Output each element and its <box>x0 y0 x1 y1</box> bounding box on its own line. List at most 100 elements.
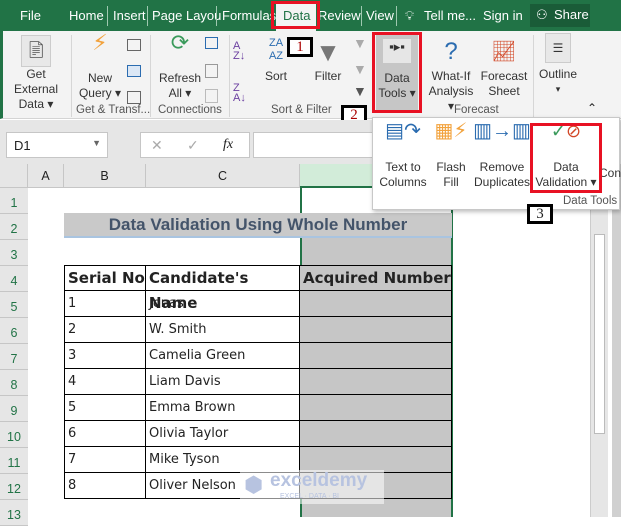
formula-buttons: ✕ ✓ fx <box>140 132 250 158</box>
row-header-5[interactable]: 5 <box>0 292 28 318</box>
forecast-chart-icon: 📈︎ <box>491 41 517 63</box>
candidate-name-cell[interactable]: Camelia Green <box>146 343 300 369</box>
insert-function-icon[interactable]: fx <box>223 137 233 153</box>
collapse-ribbon-icon[interactable]: ⌃ <box>587 101 597 115</box>
tab-page-layout[interactable]: Page Layou <box>152 7 221 25</box>
sort-z-a-icon[interactable]: Z A↓ <box>233 83 246 104</box>
ribbon: 📄︎ Get External Data ▾ ⚡︎ New Query ▾ Get … <box>0 30 621 125</box>
highlight-data-tools <box>372 32 422 113</box>
chevron-down-icon: ▼ <box>92 138 101 148</box>
candidate-name-cell[interactable]: Jonas <box>146 291 300 317</box>
consolidate-button[interactable]: Cons <box>599 166 621 181</box>
text-to-columns-icon: ▤↷ <box>385 120 421 142</box>
row-header-3[interactable]: 3 <box>0 240 28 266</box>
enter-icon[interactable]: ✓ <box>187 137 199 154</box>
acquired-number-cell[interactable] <box>300 369 452 395</box>
row-header-12[interactable]: 12 <box>0 474 28 500</box>
row-header-4[interactable]: 4 <box>0 266 28 292</box>
tab-view[interactable]: View <box>366 7 394 25</box>
recent-sources-icon[interactable] <box>127 91 141 104</box>
text-to-columns-button[interactable]: ▤↷ Text to Columns <box>377 120 429 190</box>
from-table-icon[interactable] <box>127 65 141 77</box>
acquired-number-cell[interactable] <box>300 395 452 421</box>
tab-review[interactable]: Review <box>318 7 361 25</box>
serial-no-cell[interactable]: 1 <box>64 291 146 317</box>
clear-filter-icon[interactable]: ▼ <box>353 35 367 51</box>
select-all-corner[interactable] <box>0 164 28 188</box>
refresh-icon: ⟳ <box>170 30 190 55</box>
name-box[interactable]: D1 ▼ <box>6 132 108 158</box>
new-query-button[interactable]: ⚡︎ New Query ▾ <box>75 30 125 101</box>
column-header-a[interactable]: A <box>28 164 64 188</box>
query-icon: ⚡︎ <box>92 30 108 55</box>
candidate-name-cell[interactable]: Emma Brown <box>146 395 300 421</box>
get-external-data-button[interactable]: 📄︎ Get External Data ▾ <box>3 35 69 112</box>
row-header-6[interactable]: 6 <box>0 318 28 344</box>
filter-button[interactable]: ▼ Filter <box>308 37 348 84</box>
tab-insert[interactable]: Insert <box>113 7 146 25</box>
group-label-connections: Connections <box>158 104 222 116</box>
table-header-cell[interactable]: Candidate's Name <box>146 265 300 312</box>
show-queries-icon[interactable] <box>127 39 141 51</box>
adjacent-window-edge <box>612 164 621 517</box>
advanced-filter-icon[interactable]: ▼ <box>353 83 367 99</box>
ribbon-tab-bar: File Home Insert Page Layou Formulas Dat… <box>0 0 621 31</box>
row-header-1[interactable]: 1 <box>0 188 28 214</box>
column-header-b[interactable]: B <box>64 164 146 188</box>
serial-no-cell[interactable]: 8 <box>64 473 146 499</box>
row-header-11[interactable]: 11 <box>0 448 28 474</box>
tab-home[interactable]: Home <box>69 7 104 25</box>
acquired-number-cell[interactable] <box>300 421 452 447</box>
scrollbar-thumb[interactable] <box>594 234 605 434</box>
flash-fill-icon: ▦⚡︎ <box>434 120 468 142</box>
highlight-data-tab <box>271 1 320 29</box>
connections-icon[interactable] <box>205 37 218 49</box>
outline-button[interactable]: ☰ Outline ▾ <box>535 33 581 97</box>
acquired-number-cell[interactable] <box>300 291 452 317</box>
row-header-7[interactable]: 7 <box>0 344 28 370</box>
formula-input[interactable] <box>253 132 373 158</box>
reapply-icon[interactable]: ▼ <box>353 61 367 77</box>
serial-no-cell[interactable]: 5 <box>64 395 146 421</box>
serial-no-cell[interactable]: 2 <box>64 317 146 343</box>
cancel-icon[interactable]: ✕ <box>151 137 163 154</box>
what-if-analysis-button[interactable]: ? What-If Analysis ▾ <box>426 37 476 114</box>
row-header-10[interactable]: 10 <box>0 422 28 448</box>
candidate-name-cell[interactable]: Liam Davis <box>146 369 300 395</box>
tab-file[interactable]: File <box>20 7 41 25</box>
serial-no-cell[interactable]: 4 <box>64 369 146 395</box>
data-tools-dropdown: ▤↷ Text to Columns ▦⚡︎ Flash Fill ▥→▥ Remo… <box>372 117 621 210</box>
row-header-13[interactable]: 13 <box>0 500 28 526</box>
sign-in-link[interactable]: Sign in <box>483 7 523 25</box>
remove-duplicates-button[interactable]: ▥→▥ Remove Duplicates <box>473 121 531 190</box>
highlight-data-validation <box>530 123 602 193</box>
callout-1: 1 <box>287 37 313 57</box>
edit-links-icon[interactable] <box>205 89 218 103</box>
row-header-2[interactable]: 2 <box>0 214 28 240</box>
filter-funnel-icon: ▼ <box>315 37 341 67</box>
outline-icon: ☰ <box>545 33 571 63</box>
column-header-c[interactable]: C <box>146 164 300 188</box>
tab-formulas[interactable]: Formulas <box>222 7 276 25</box>
serial-no-cell[interactable]: 6 <box>64 421 146 447</box>
properties-icon[interactable] <box>205 64 218 78</box>
serial-no-cell[interactable]: 3 <box>64 343 146 369</box>
candidate-name-cell[interactable]: Olivia Taylor <box>146 421 300 447</box>
flash-fill-button[interactable]: ▦⚡︎ Flash Fill <box>431 120 471 190</box>
sort-a-z-icon[interactable]: A Z↓ <box>233 41 245 62</box>
tell-me-search[interactable]: Tell me... <box>424 7 476 25</box>
row-header-8[interactable]: 8 <box>0 370 28 396</box>
table-header-cell[interactable]: Serial No <box>64 265 146 291</box>
callout-3: 3 <box>527 204 553 224</box>
acquired-number-cell[interactable] <box>300 317 452 343</box>
refresh-all-button[interactable]: ⟳ Refresh All ▾ <box>155 30 205 101</box>
vertical-scrollbar[interactable] <box>590 164 608 517</box>
share-button[interactable]: ⚇ Share <box>530 4 590 27</box>
table-header-cell[interactable]: Acquired Number <box>300 265 452 291</box>
what-if-icon: ? <box>444 38 458 65</box>
acquired-number-cell[interactable] <box>300 343 452 369</box>
serial-no-cell[interactable]: 7 <box>64 447 146 473</box>
candidate-name-cell[interactable]: W. Smith <box>146 317 300 343</box>
forecast-sheet-button[interactable]: 📈︎ Forecast Sheet <box>479 37 529 99</box>
row-header-9[interactable]: 9 <box>0 396 28 422</box>
